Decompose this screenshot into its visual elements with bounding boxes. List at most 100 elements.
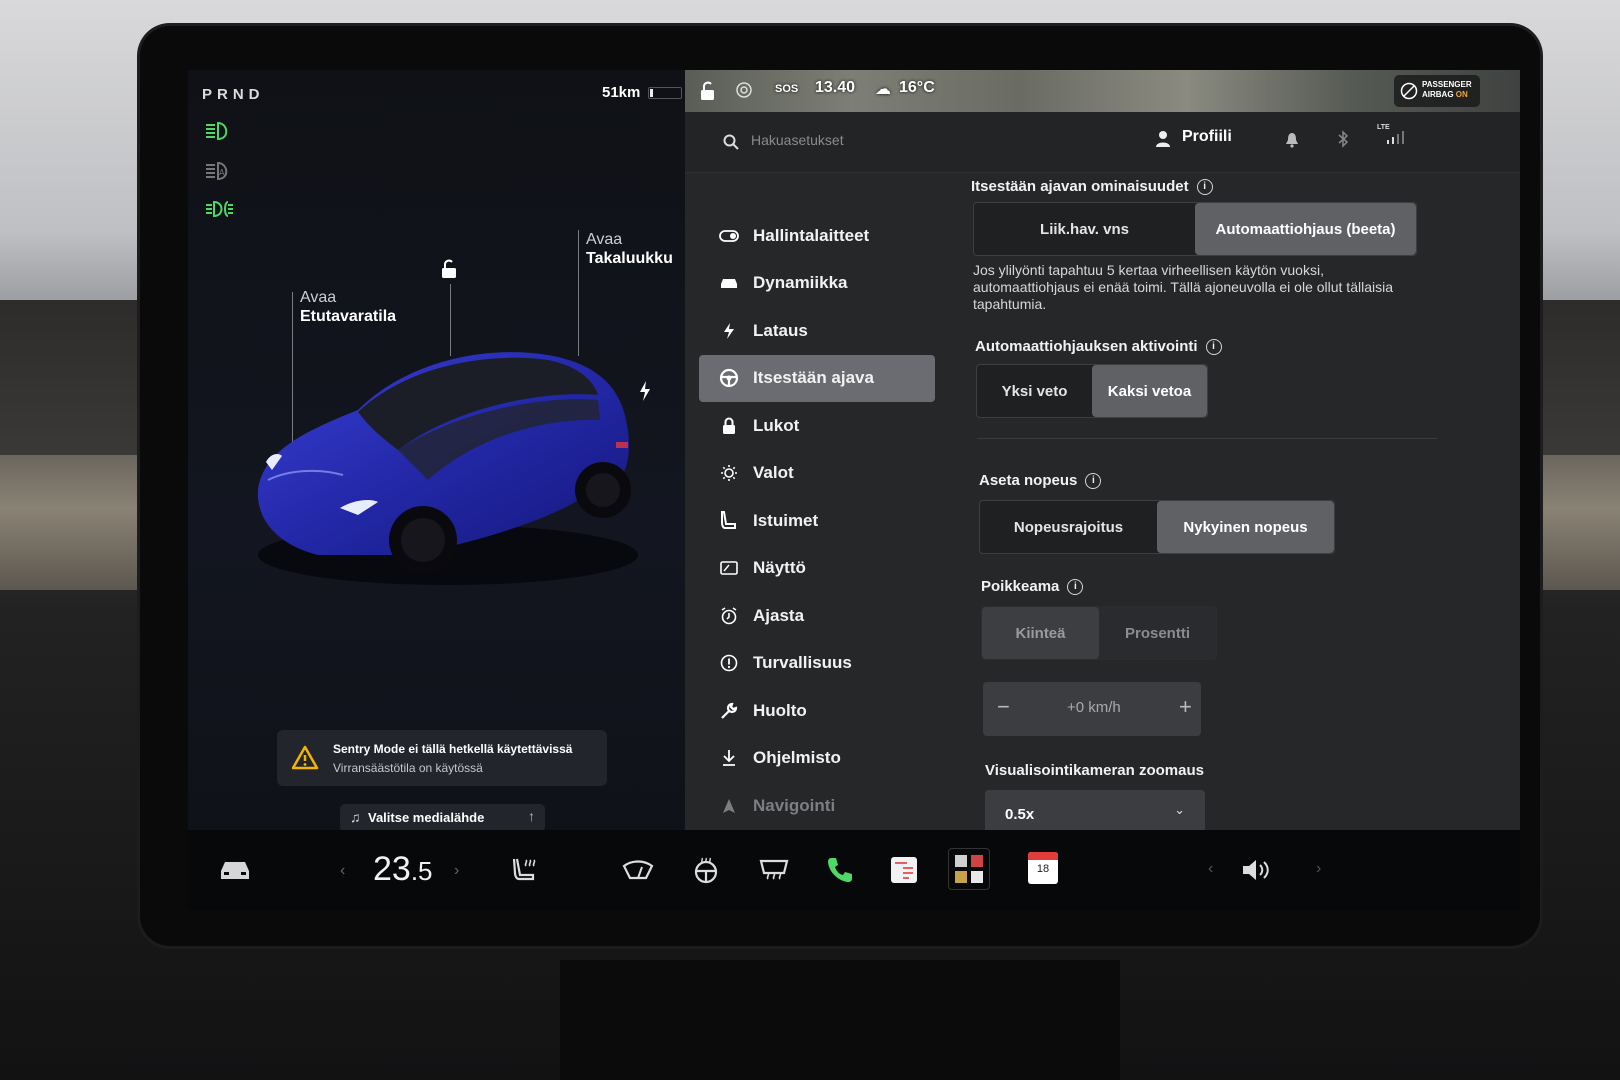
- steering-heater-icon[interactable]: [688, 852, 724, 888]
- volume-icon[interactable]: [1240, 852, 1276, 888]
- nav-item-hallintalaitteet[interactable]: Hallintalaitteet: [699, 212, 935, 260]
- sentry-notice-title: Sentry Mode ei tällä hetkellä käytettävi…: [333, 742, 573, 756]
- frunk-callout-label: Etutavaratila: [300, 308, 397, 325]
- offset-option-percent[interactable]: Prosentti: [1099, 607, 1216, 659]
- outside-temperature: 16°C: [899, 79, 935, 96]
- media-source-label: Valitse medialähde: [368, 810, 485, 825]
- nav-label: Näyttö: [753, 558, 806, 578]
- activation-option-double[interactable]: Kaksi vetoa: [1092, 365, 1207, 417]
- offset-option-fixed[interactable]: Kiinteä: [982, 607, 1099, 659]
- zoom-dropdown[interactable]: 0.5x ⌄: [985, 790, 1205, 830]
- search-icon[interactable]: [723, 134, 739, 150]
- offset-value: +0 km/h: [1067, 699, 1121, 716]
- features-option-tacc[interactable]: Liik.hav. vns: [974, 203, 1195, 255]
- map-status-strip[interactable]: SOS 13.40 ☁ 16°C PASSENGER AIRBAG ON: [685, 70, 1520, 112]
- airbag-label-1: PASSENGER: [1422, 80, 1472, 89]
- cabin-temperature[interactable]: 23.5: [373, 850, 433, 889]
- nav-item-ohjelmisto[interactable]: Ohjelmisto: [699, 735, 935, 783]
- info-icon[interactable]: i: [1067, 578, 1084, 595]
- seat-heater-icon[interactable]: [508, 852, 544, 888]
- nav-label: Navigointi: [753, 795, 836, 815]
- sos-indicator: SOS: [775, 83, 799, 95]
- download-icon: [723, 750, 735, 767]
- airbag-state: ON: [1455, 90, 1468, 99]
- vehicle-panel: PRND A 51km Avaa Etutavaratila Avaa Taka…: [188, 70, 703, 832]
- nav-item-lataus[interactable]: Lataus: [699, 307, 935, 355]
- fog-light-icon: [206, 200, 233, 218]
- nav-label: Itsestään ajava: [753, 368, 874, 388]
- unlocked-status-icon: [701, 81, 714, 100]
- airbag-label-2: AIRBAG: [1422, 90, 1454, 99]
- touchscreen: PRND A 51km Avaa Etutavaratila Avaa Taka…: [188, 70, 1520, 910]
- speed-option-limit[interactable]: Nopeusrajoitus: [980, 501, 1157, 553]
- background-console: [560, 960, 1120, 1080]
- nav-item-naytto[interactable]: Näyttö: [699, 545, 935, 593]
- nav-label: Huolto: [753, 700, 807, 720]
- temp-int: 23: [373, 850, 411, 888]
- clock: 13.40: [815, 79, 856, 96]
- activation-segmented-control: Yksi veto Kaksi vetoa: [976, 364, 1208, 418]
- range-display: 51km: [602, 84, 683, 101]
- nav-item-lukot[interactable]: Lukot: [699, 402, 935, 450]
- battery-icon: [648, 86, 683, 99]
- bolt-icon: [724, 322, 734, 339]
- range-value: 51km: [602, 84, 641, 101]
- sentry-mode-notice: Sentry Mode ei tällä hetkellä käytettävi…: [277, 730, 607, 786]
- offset-segmented-control: Kiinteä Prosentti: [981, 606, 1217, 660]
- search-input[interactable]: Hakuasetukset: [751, 132, 844, 148]
- volume-down-icon[interactable]: ‹: [1208, 860, 1213, 878]
- sentry-notice-subtitle: Virransäästötila on käytössä: [333, 761, 483, 775]
- arrow-up-icon[interactable]: ↑: [528, 808, 535, 824]
- settings-panel: Hakuasetukset Profiili LTE Hallintalaitt…: [685, 112, 1520, 830]
- nav-item-huolto[interactable]: Huolto: [699, 687, 935, 735]
- plus-button[interactable]: +: [1179, 694, 1192, 720]
- nav-item-navigointi[interactable]: Navigointi: [699, 782, 935, 830]
- nav-item-istuimet[interactable]: Istuimet: [699, 497, 935, 545]
- bottom-bar: ‹ 23.5 › 18 ‹ ›: [188, 830, 1520, 910]
- nav-label: Valot: [753, 463, 794, 483]
- music-note-icon: ♫: [350, 809, 361, 825]
- car-icon[interactable]: [218, 858, 252, 882]
- trunk-callout[interactable]: Avaa Takaluukku: [586, 230, 673, 268]
- settings-nav: Hallintalaitteet Dynamiikka Lataus Itses…: [699, 212, 935, 830]
- temp-up-icon[interactable]: ›: [454, 862, 459, 880]
- unlock-icon[interactable]: [438, 257, 462, 281]
- airbag-icon: [1400, 82, 1418, 100]
- trunk-callout-label: Takaluukku: [586, 250, 673, 267]
- frunk-callout[interactable]: Avaa Etutavaratila: [300, 288, 396, 326]
- nav-item-dynamiikka[interactable]: Dynamiikka: [699, 260, 935, 308]
- offset-title: Poikkeama: [981, 578, 1060, 595]
- info-icon[interactable]: i: [1205, 338, 1222, 355]
- nav-item-valot[interactable]: Valot: [699, 450, 935, 498]
- activation-title: Automaattiohjauksen aktivointi: [975, 338, 1198, 355]
- nav-item-turvallisuus[interactable]: Turvallisuus: [699, 640, 935, 688]
- info-icon[interactable]: i: [1085, 472, 1102, 489]
- headlight-icon: [206, 121, 228, 141]
- features-option-autosteer[interactable]: Automaattiohjaus (beeta): [1195, 203, 1416, 255]
- wrench-icon: [721, 702, 738, 719]
- sentry-status-icon: [736, 82, 752, 98]
- media-source-button[interactable]: ♫ Valitse medialähde ↑: [340, 804, 545, 832]
- offset-heading: Poikkeama i: [981, 578, 1084, 595]
- wiper-icon[interactable]: [620, 852, 656, 888]
- notepad-icon[interactable]: [886, 852, 922, 888]
- calendar-day: 18: [1036, 863, 1050, 875]
- app-launcher-icon[interactable]: [948, 848, 990, 890]
- temp-dec: .5: [410, 856, 433, 886]
- rear-defrost-icon[interactable]: [756, 852, 792, 888]
- nav-item-itsestaan-ajava[interactable]: Itsestään ajava: [699, 354, 935, 402]
- features-heading: Itsestään ajavan ominaisuudet i: [971, 178, 1213, 195]
- alarm-clock-icon: [721, 607, 737, 625]
- speed-option-current[interactable]: Nykyinen nopeus: [1157, 501, 1334, 553]
- temp-down-icon[interactable]: ‹: [340, 862, 345, 880]
- minus-button[interactable]: −: [997, 694, 1010, 720]
- calendar-icon[interactable]: 18: [1028, 852, 1058, 884]
- nav-item-ajasta[interactable]: Ajasta: [699, 592, 935, 640]
- activation-option-single[interactable]: Yksi veto: [977, 365, 1092, 417]
- navigation-icon: [723, 798, 735, 813]
- volume-up-icon[interactable]: ›: [1316, 860, 1321, 878]
- phone-icon[interactable]: [822, 852, 858, 888]
- nav-label: Turvallisuus: [753, 653, 852, 673]
- features-title: Itsestään ajavan ominaisuudet: [971, 178, 1189, 195]
- info-icon[interactable]: i: [1196, 178, 1213, 195]
